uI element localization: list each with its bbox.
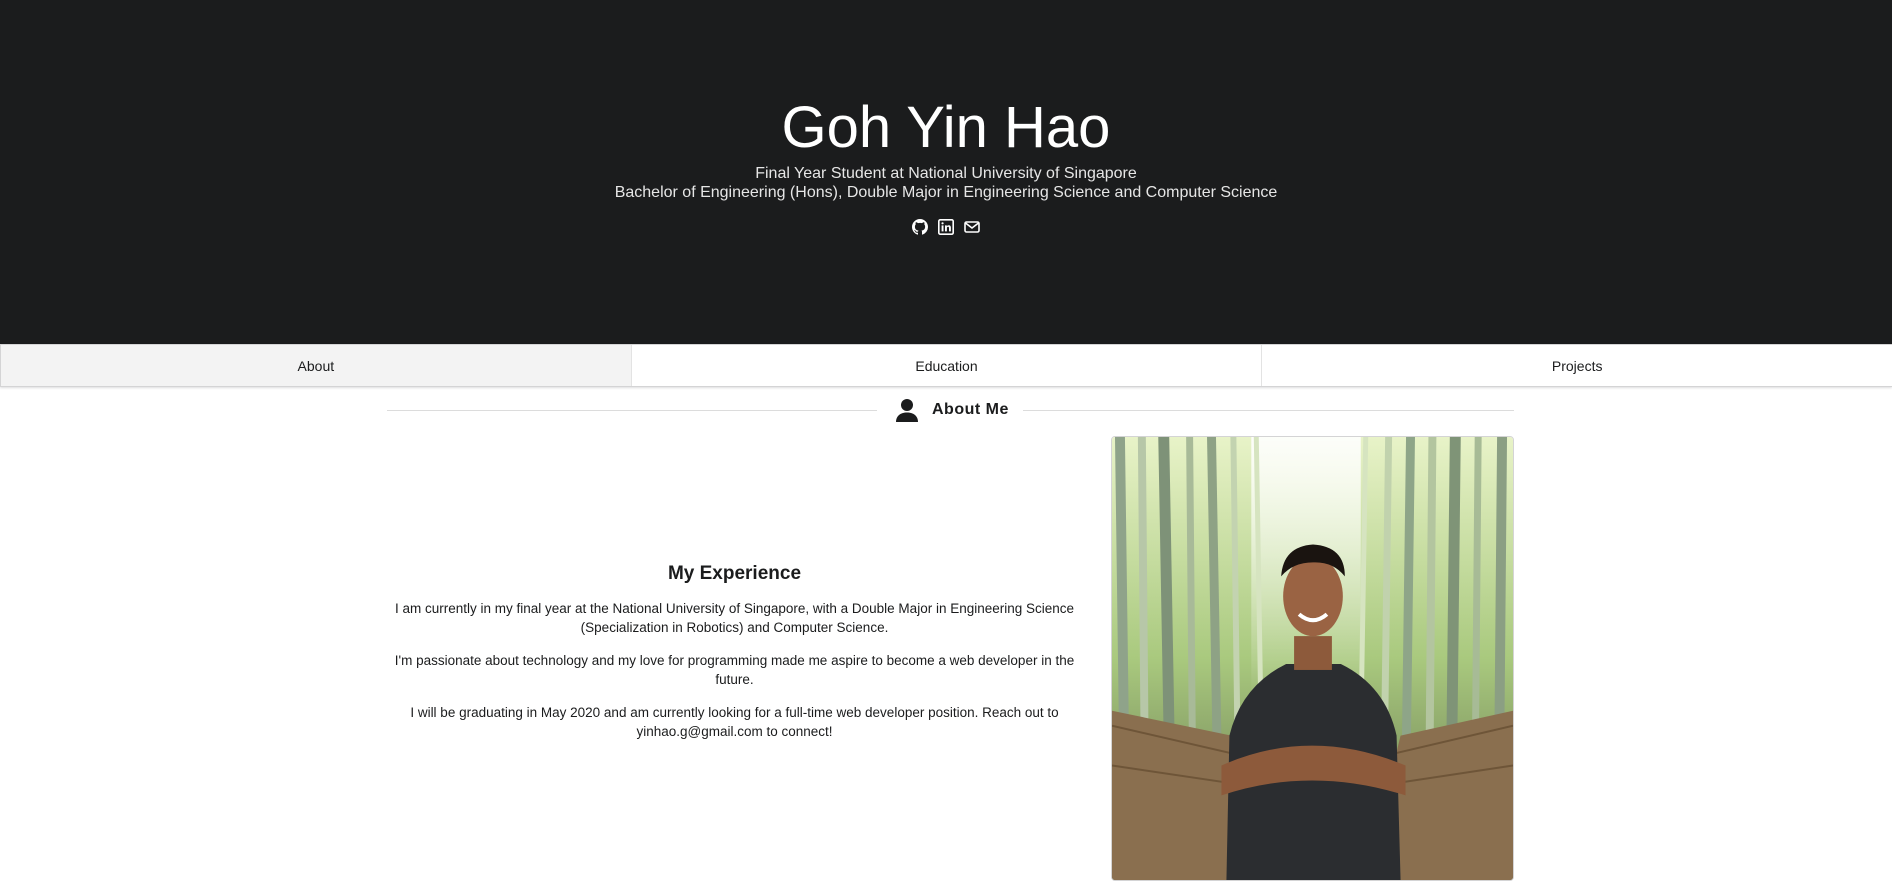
experience-paragraph: I will be graduating in May 2020 and am … <box>410 704 1059 739</box>
experience-paragraph: I'm passionate about technology and my l… <box>394 652 1075 687</box>
envelope-icon <box>964 221 980 233</box>
github-link[interactable] <box>912 219 928 235</box>
tab-about-label: About <box>297 357 335 374</box>
user-icon <box>896 399 918 422</box>
section-heading: About Me <box>894 396 1009 424</box>
section-divider: About Me <box>387 396 1514 424</box>
linkedin-link[interactable] <box>938 219 954 235</box>
section-title: About Me <box>932 401 1009 418</box>
hero-header: Goh Yin Hao Final Year Student at Nation… <box>0 0 1892 344</box>
tab-education[interactable]: Education <box>630 345 1262 386</box>
tab-education-label: Education <box>915 357 978 374</box>
tab-about[interactable]: About <box>0 345 631 386</box>
github-icon <box>912 219 928 235</box>
hero-subtitle-role: Final Year Student at National Universit… <box>755 165 1137 182</box>
linkedin-icon <box>938 219 954 235</box>
experience-section: My Experience I am currently in my final… <box>387 436 1082 881</box>
divider-line-left <box>387 410 877 411</box>
tab-projects-label: Projects <box>1551 357 1603 374</box>
page-title: Goh Yin Hao <box>781 95 1111 160</box>
experience-paragraph: I am currently in my final year at the N… <box>394 600 1075 635</box>
social-links <box>0 219 1892 237</box>
main-tabs: About Education Projects <box>0 344 1892 387</box>
divider-line-right <box>1023 410 1514 411</box>
profile-photo <box>1111 436 1514 881</box>
experience-title: My Experience <box>667 562 802 584</box>
tab-projects[interactable]: Projects <box>1261 345 1892 386</box>
hero-subtitle-degree: Bachelor of Engineering (Hons), Double M… <box>614 184 1278 201</box>
email-link[interactable] <box>964 219 980 235</box>
